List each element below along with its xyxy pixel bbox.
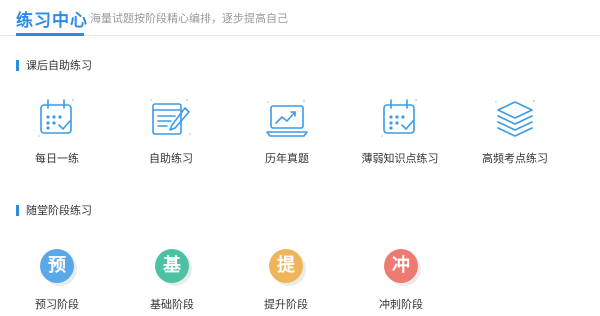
practice-daily-label: 每日一练	[35, 152, 79, 165]
page-subtitle: 海量试题按阶段精心编排，逐步提高自己	[90, 12, 288, 25]
practice-high-frequency-label: 高频考点练习	[482, 152, 548, 165]
stage-sprint-label: 冲刺阶段	[379, 298, 423, 311]
laptop-chart-icon	[266, 99, 308, 137]
stage-improve-label: 提升阶段	[264, 298, 308, 311]
practice-self-service-label: 自助练习	[149, 152, 193, 165]
calendar-check-icon	[381, 98, 418, 137]
practice-high-frequency[interactable]: 高频考点练习	[465, 96, 565, 166]
page-title: 练习中心	[16, 11, 88, 31]
stage-basic[interactable]: 基 基础阶段	[122, 249, 222, 312]
stage-basic-icon: 基	[155, 249, 189, 283]
title-underline	[16, 33, 84, 36]
practice-weak-points[interactable]: 薄弱知识点练习	[350, 96, 450, 166]
stage-sprint[interactable]: 冲 冲刺阶段	[351, 249, 451, 312]
stage-basic-label: 基础阶段	[150, 298, 194, 311]
section-title-after-class: 课后自助练习	[16, 59, 92, 72]
stage-sprint-icon: 冲	[384, 249, 418, 283]
stage-preview-icon: 预	[40, 249, 74, 283]
practice-weak-points-label: 薄弱知识点练习	[361, 152, 439, 165]
stage-preview-label: 预习阶段	[35, 298, 79, 311]
section-title-stage: 随堂阶段练习	[16, 204, 92, 217]
stage-improve-icon: 提	[269, 249, 303, 283]
practice-self-service[interactable]: 自助练习	[121, 96, 221, 166]
practice-daily[interactable]: 每日一练	[7, 96, 107, 166]
practice-past-exams-label: 历年真题	[265, 152, 309, 165]
page-header: 练习中心 海量试题按阶段精心编排，逐步提高自己	[0, 0, 600, 36]
stage-improve[interactable]: 提 提升阶段	[236, 249, 336, 312]
stage-preview[interactable]: 预 预习阶段	[7, 249, 107, 312]
calendar-check-icon	[38, 98, 75, 137]
practice-past-exams[interactable]: 历年真题	[237, 96, 337, 166]
document-pen-icon	[150, 98, 191, 135]
stacked-layers-icon	[495, 99, 536, 137]
